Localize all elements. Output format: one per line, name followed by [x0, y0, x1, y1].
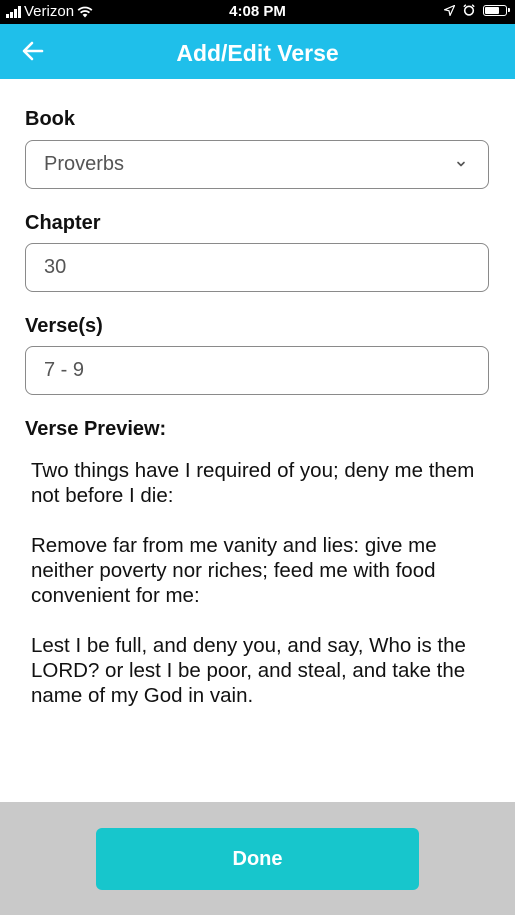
verse-preview-label: Verse Preview: [25, 418, 167, 440]
chapter-label: Chapter [25, 212, 101, 234]
verses-input[interactable]: 7 - 9 [25, 346, 489, 395]
book-label: Book [25, 108, 75, 130]
alarm-icon [463, 4, 475, 16]
page-title: Add/Edit Verse [176, 40, 339, 66]
chapter-input[interactable]: 30 [25, 243, 489, 292]
book-select[interactable]: Proverbs [25, 140, 489, 189]
battery-icon [483, 4, 510, 16]
verse-paragraph: Two things have I required of you; deny … [31, 459, 475, 507]
verse-paragraph: Lest I be full, and deny you, and say, W… [31, 634, 466, 707]
app-header: Add/Edit Verse [0, 24, 515, 79]
status-time: 4:08 PM [229, 3, 286, 20]
book-select-value: Proverbs [44, 153, 125, 175]
verse-paragraph: Remove far from me vanity and lies: give… [31, 534, 437, 607]
status-right [444, 4, 510, 16]
status-bar: Verizon 4:08 PM [0, 0, 515, 24]
footer-bar: Done [0, 802, 515, 915]
done-button[interactable]: Done [96, 828, 419, 890]
verse-preview-text: Two things have I required of you; deny … [31, 458, 491, 733]
location-icon [444, 4, 455, 16]
verses-label: Verse(s) [25, 315, 103, 337]
chevron-down-icon [457, 161, 465, 167]
